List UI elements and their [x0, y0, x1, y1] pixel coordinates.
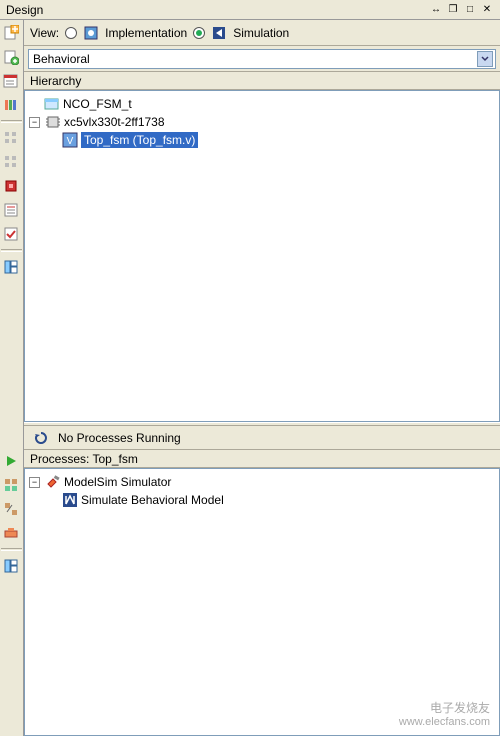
svg-text:V: V	[67, 136, 74, 147]
proc-tool-3[interactable]	[0, 522, 22, 544]
view-label: View:	[30, 26, 59, 40]
tree-row-device[interactable]: − xc5vlx330t-2ff1738	[27, 113, 497, 131]
close-icon[interactable]: ✕	[480, 3, 494, 17]
processes-target: Top_fsm	[92, 452, 137, 466]
verilog-icon: V	[62, 132, 78, 148]
tool-1-button[interactable]	[0, 127, 22, 149]
modelsim-icon	[62, 492, 78, 508]
proc-tool-2[interactable]	[0, 498, 22, 520]
restore-icon[interactable]: ❐	[446, 3, 460, 17]
processes-section: No Processes Running Processes: Top_fsm …	[24, 426, 500, 736]
implementation-icon	[83, 25, 99, 41]
library-button[interactable]	[0, 94, 22, 116]
main-area: View: Implementation Simulation Behavior…	[0, 20, 500, 736]
processes-label-prefix: Processes:	[30, 452, 92, 466]
maximize-icon[interactable]: □	[463, 3, 477, 17]
hierarchy-header: Hierarchy	[24, 72, 500, 90]
proc-tool-1[interactable]	[0, 474, 22, 496]
simulate-action: Simulate Behavioral Model	[81, 493, 224, 507]
processes-label-row: Processes: Top_fsm	[24, 450, 500, 468]
device-name: xc5vlx330t-2ff1738	[64, 115, 165, 129]
implementation-radio[interactable]	[65, 27, 77, 39]
simulator-name: ModelSim Simulator	[64, 475, 171, 489]
simset-dropdown[interactable]: Behavioral	[28, 49, 496, 69]
titlebar-controls: ↔ ❐ □ ✕	[429, 3, 494, 17]
toolbar-separator	[1, 548, 22, 551]
layout-button[interactable]	[0, 256, 22, 278]
simulation-radio[interactable]	[193, 27, 205, 39]
project-name: NCO_FSM_t	[63, 97, 132, 111]
tool-2-button[interactable]	[0, 151, 22, 173]
hierarchy-label: Hierarchy	[30, 74, 81, 88]
check-button[interactable]	[0, 223, 22, 245]
collapse-expander[interactable]: −	[29, 117, 40, 128]
tree-row-module[interactable]: V Top_fsm (Top_fsm.v)	[27, 131, 497, 149]
chip-button[interactable]	[0, 175, 22, 197]
sources-section: View: Implementation Simulation Behavior…	[24, 20, 500, 422]
toolbar-separator	[1, 120, 22, 123]
simulation-icon	[211, 25, 227, 41]
new-source-button[interactable]	[0, 22, 22, 44]
processes-tree[interactable]: − ModelSim Simulator Simulate Behavioral…	[24, 468, 500, 736]
toolbar-separator	[1, 249, 22, 252]
processes-status-row: No Processes Running	[24, 426, 500, 450]
hierarchy-tree[interactable]: NCO_FSM_t − xc5vlx330t-2ff1738 V Top_fsm…	[24, 90, 500, 422]
run-button[interactable]	[0, 450, 22, 472]
tree-row-project[interactable]: NCO_FSM_t	[27, 95, 497, 113]
simset-value: Behavioral	[33, 52, 90, 66]
simulation-label: Simulation	[233, 26, 289, 40]
tools-icon	[45, 474, 61, 490]
tree-row-simulator[interactable]: − ModelSim Simulator	[27, 473, 497, 491]
view-mode-row: View: Implementation Simulation	[24, 20, 500, 46]
panel-title-text: Design	[6, 3, 43, 17]
processes-status: No Processes Running	[58, 431, 181, 445]
simset-dropdown-row: Behavioral	[24, 46, 500, 72]
processes-toolbar	[0, 448, 24, 736]
tree-row-simulate[interactable]: Simulate Behavioral Model	[27, 491, 497, 509]
add-source-button[interactable]	[0, 46, 22, 68]
content-area: View: Implementation Simulation Behavior…	[24, 20, 500, 736]
chevron-down-icon	[477, 51, 493, 67]
chip-icon	[45, 114, 61, 130]
arrow-left-right-icon[interactable]: ↔	[429, 3, 443, 17]
collapse-expander[interactable]: −	[29, 477, 40, 488]
properties-button[interactable]	[0, 70, 22, 92]
module-name: Top_fsm (Top_fsm.v)	[81, 132, 198, 148]
report-button[interactable]	[0, 199, 22, 221]
implementation-label: Implementation	[105, 26, 187, 40]
refresh-icon[interactable]	[33, 430, 49, 446]
panel-titlebar: Design ↔ ❐ □ ✕	[0, 0, 500, 20]
proc-layout-button[interactable]	[0, 555, 22, 577]
project-icon	[44, 96, 60, 112]
